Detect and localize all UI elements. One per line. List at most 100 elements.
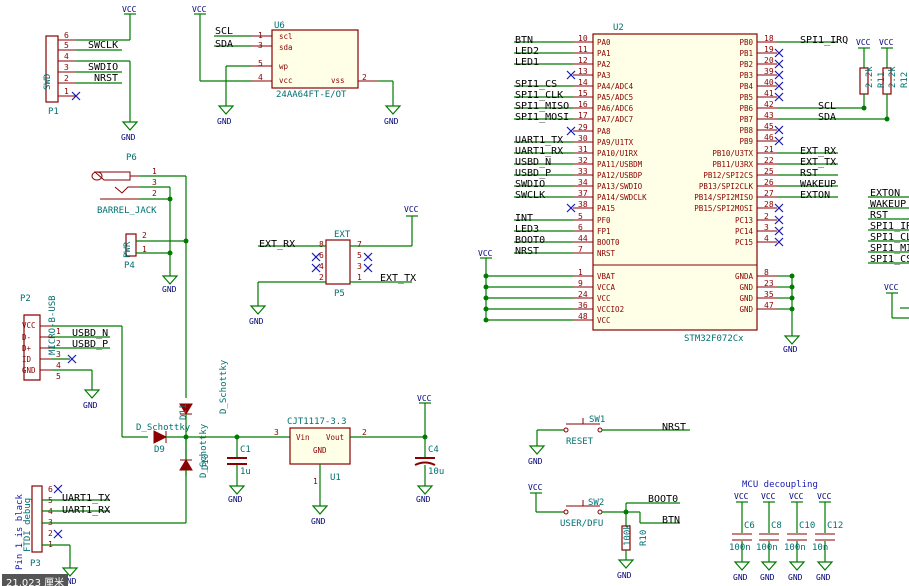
user-switch-sw2: SW2 USER/DFU VCC BOOT0 BTN 100k R10 GND (528, 483, 680, 580)
mcu-pin-name: PC15 (735, 238, 753, 247)
svg-text:10u: 10u (428, 467, 444, 477)
junction-dot (789, 284, 795, 290)
svg-text:R12: R12 (900, 72, 909, 88)
mcu-pin-number: 7 (578, 245, 583, 254)
svg-text:2: 2 (142, 231, 147, 240)
mcu-pin-name: VCCA (597, 283, 616, 292)
mcu-pin-number: 36 (578, 301, 588, 310)
mcu-pin-name: VCC (597, 316, 611, 325)
mcu-pin-number: 23 (764, 279, 774, 288)
mcu-pin-number: 37 (578, 189, 588, 198)
junction-dot (483, 284, 489, 290)
svg-text:D9: D9 (154, 445, 165, 455)
svg-text:GND: GND (528, 457, 543, 466)
schematic-canvas: 6 5 4 3 2 1 SWD P1 SWCLK SWDIO NRST VCC … (15, 5, 909, 586)
mcu-pin-name: PB4 (739, 82, 753, 91)
mcu-pin-name: PA9/U1TX (597, 138, 634, 147)
mcu-pin-name: BOOT0 (597, 238, 620, 247)
mcu-pin-name: PA5/ADC5 (597, 93, 633, 102)
mcu-pin-number: 48 (578, 312, 588, 321)
svg-text:MCU decoupling: MCU decoupling (742, 480, 818, 490)
mcu-pin-name: FP1 (597, 227, 611, 236)
mcu-pin-name: GND (739, 305, 753, 314)
edge-net-label: EXTON (870, 188, 900, 199)
vcc-symbol: VCC (734, 492, 749, 501)
gnd-label: GND (816, 573, 831, 582)
net-label-led2: LED2 (515, 46, 539, 57)
net-label-boot0: BOOT0 (515, 235, 545, 246)
mcu-pin-name: PA6/ADC6 (597, 104, 634, 113)
usb-connector-p2: P2 MICRO-B-USB VCC D- D+ ID GND 1 2 3 4 … (20, 294, 123, 437)
svg-text:GND: GND (617, 571, 632, 580)
svg-text:wp: wp (279, 62, 289, 71)
gnd-label: GND (788, 573, 803, 582)
svg-text:R10: R10 (639, 530, 649, 546)
mcu-pin-number: 8 (764, 268, 769, 277)
svg-text:EXT_RX: EXT_RX (259, 239, 295, 250)
mcu-pin-name: PB9 (739, 137, 753, 146)
mcu-pin-number: 31 (578, 145, 588, 154)
svg-text:PWR: PWR (123, 241, 133, 258)
svg-text:2: 2 (319, 273, 324, 282)
mcu-pin-number: 14 (578, 78, 588, 87)
capacitor-c4: VCC C4 10u GND (414, 394, 444, 504)
svg-text:6: 6 (319, 251, 324, 260)
mcu-pin-number: 45 (764, 122, 774, 131)
mcu-pin-number: 35 (764, 290, 774, 299)
vcc-symbol: VCC (478, 249, 493, 258)
svg-text:BOOT0: BOOT0 (648, 494, 678, 505)
svg-text:R11: R11 (877, 72, 887, 88)
svg-text:1: 1 (64, 87, 69, 96)
capacitor-c1: C1 1u GND (227, 437, 251, 504)
mcu-pin-number: 18 (764, 34, 774, 43)
mcu-pin-number: 22 (764, 156, 774, 165)
mcu-pin-number: 19 (764, 45, 774, 54)
ext-header-p5: EXT P5 8 6 4 2 7 5 3 1 EXT_RX VCC EXT_TX… (249, 205, 419, 326)
mcu-pin-number: 12 (578, 56, 588, 65)
svg-text:SWDIO: SWDIO (88, 62, 118, 73)
gnd-symbol (788, 561, 806, 571)
mcu-pin-name: PB1 (739, 49, 753, 58)
svg-text:3: 3 (64, 63, 69, 72)
svg-text:P2: P2 (20, 294, 31, 304)
svg-text:3: 3 (56, 350, 61, 359)
mcu-pin-name: VCC (597, 294, 611, 303)
mcu-pin-name: GND (739, 294, 753, 303)
mcu-pin-name: PB15/SPI2MOSI (694, 204, 753, 213)
svg-text:GND: GND (217, 117, 232, 126)
svg-text:1: 1 (313, 477, 318, 486)
svg-text:BTN: BTN (662, 515, 680, 526)
mcu-pin-name: PB6 (739, 104, 753, 113)
svg-text:GND: GND (249, 317, 264, 326)
mcu-pin-name: PA7/ADC7 (597, 115, 633, 124)
cap-ref: C12 (827, 521, 843, 531)
svg-text:GND: GND (313, 446, 327, 455)
net-label-int: INT (515, 213, 533, 224)
net-label-rst: RST (800, 168, 818, 179)
junction-dot (483, 306, 489, 312)
mcu-pin-number: 5 (578, 212, 583, 221)
mcu-pin-number: 16 (578, 100, 588, 109)
svg-text:3: 3 (274, 428, 279, 437)
svg-text:FTDI debug: FTDI debug (23, 498, 33, 552)
svg-text:GND: GND (162, 285, 177, 294)
junction-dot (789, 306, 795, 312)
mcu-pin-number: 47 (764, 301, 774, 310)
net-label-swdio: SWDIO (515, 179, 545, 190)
svg-text:2.2k: 2.2k (888, 66, 898, 88)
svg-text:D11: D11 (179, 404, 189, 420)
svg-text:8: 8 (319, 240, 324, 249)
net-label-spi1_irq: SPI1_IRQ (800, 35, 848, 46)
gnd-symbol (816, 561, 834, 571)
mcu-pin-number: 33 (578, 167, 588, 176)
mcu-pin-number: 10 (578, 34, 588, 43)
svg-text:UART1_RX: UART1_RX (62, 505, 110, 516)
mcu-pin-name: PA15 (597, 204, 615, 213)
svg-text:4: 4 (319, 262, 324, 271)
svg-text:1u: 1u (240, 467, 251, 477)
mcu-pin-name: PB11/U3RX (712, 160, 753, 169)
svg-text:VCC: VCC (856, 38, 871, 47)
svg-text:VCC: VCC (528, 483, 543, 492)
mcu-pin-number: 20 (764, 56, 774, 65)
mcu-pin-number: 15 (578, 89, 588, 98)
